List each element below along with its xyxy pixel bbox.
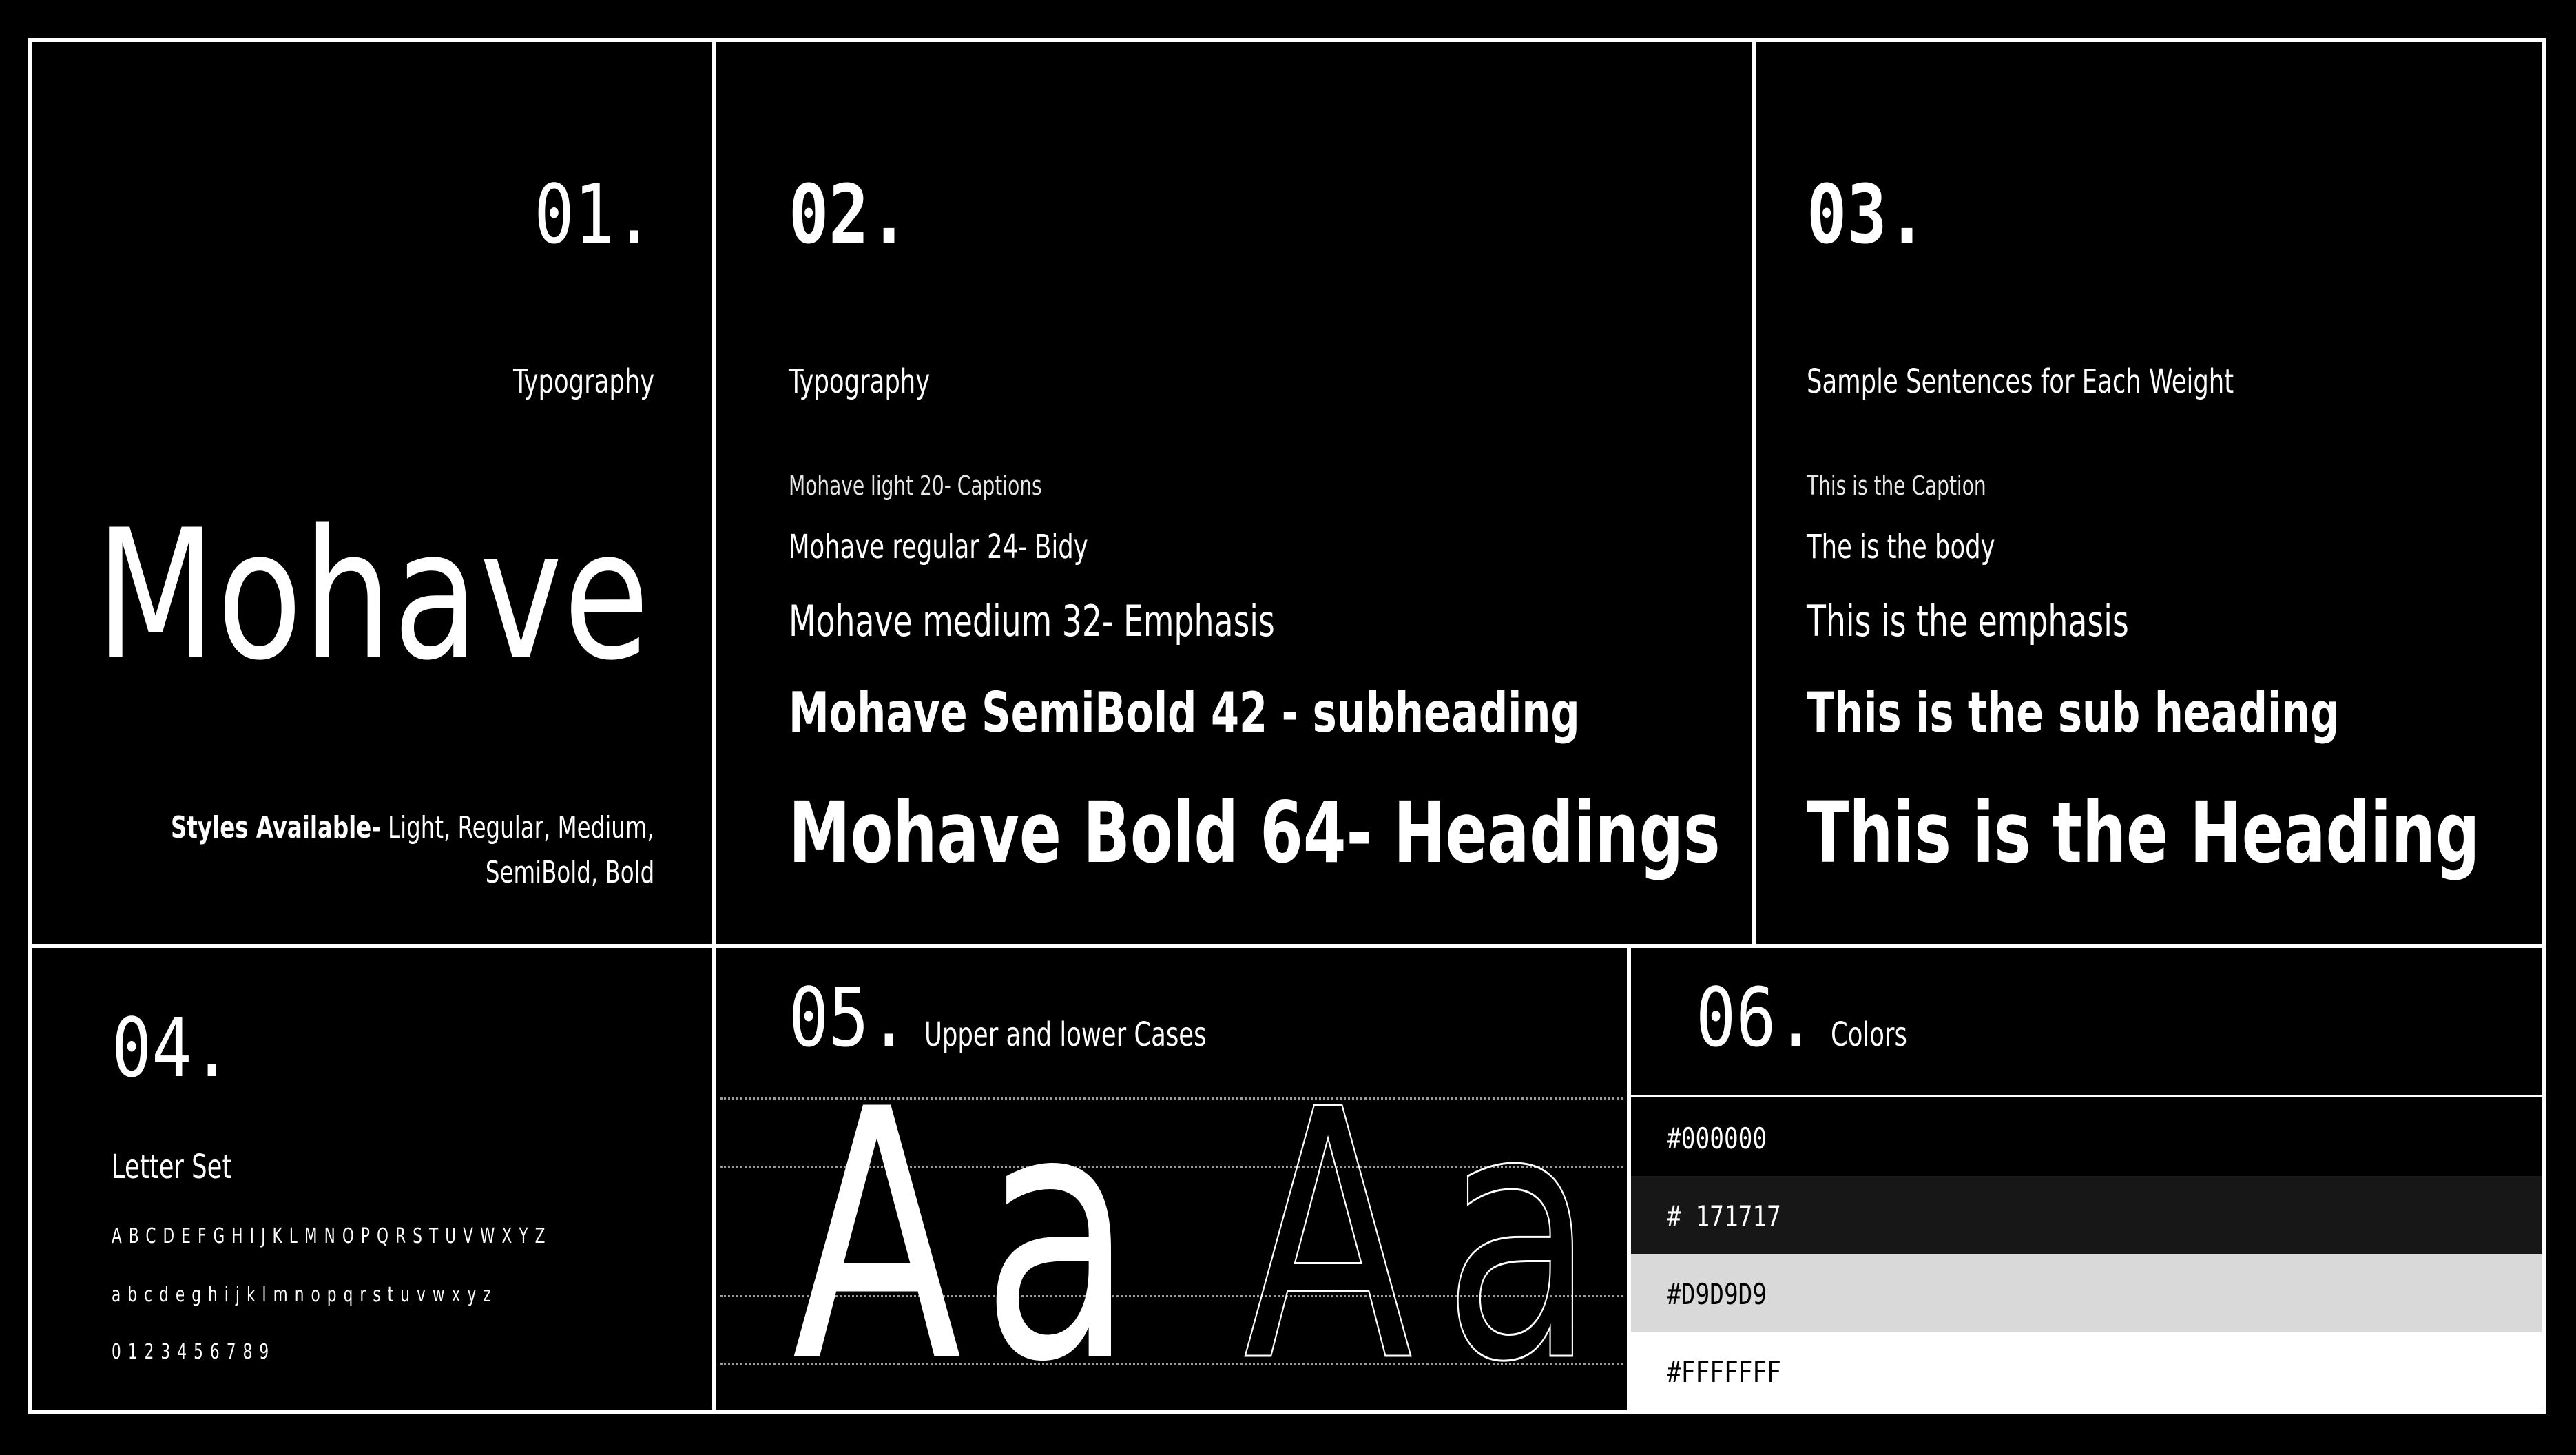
color-swatch-171717: # 171717 [1631, 1176, 2542, 1254]
color-swatch-ffffff: #FFFFFFF [1631, 1332, 2542, 1410]
sample-medium-emphasis: Mohave medium 32- Emphasis [789, 596, 1275, 646]
panel-02-number: 02. [789, 167, 909, 262]
styles-available-line-1: Styles Available- Light, Regular, Medium… [171, 813, 654, 843]
filled-case-sample: Aa [792, 1036, 1154, 1437]
sentence-emphasis: This is the emphasis [1807, 596, 2129, 646]
outline-lowercase-sample: a [1442, 1036, 1596, 1437]
panel-01-number: 01. [534, 167, 654, 262]
color-swatch-label: #FFFFFFF [1667, 1355, 1781, 1389]
column-divider-2 [1752, 38, 1756, 946]
panel-06-number: 06. [1696, 970, 1816, 1065]
color-swatch-label: #000000 [1667, 1122, 1767, 1155]
colors-header-divider [1627, 1095, 2546, 1097]
panel-04-number: 04. [112, 1000, 232, 1095]
sentence-subheading: This is the sub heading [1807, 681, 2340, 745]
sentence-body: The is the body [1807, 528, 1995, 566]
sample-semibold-subheading: Mohave SemiBold 42 - subheading [789, 681, 1580, 745]
styles-available-prefix: Styles Available- [171, 810, 381, 845]
digit-set: 0123456789 [112, 1340, 276, 1364]
row-divider [28, 944, 2546, 948]
panel-03-label: Sample Sentences for Each Weight [1807, 362, 2234, 401]
lowercase-letter-set: abcdeghijklmnopqrstuvwxyz [112, 1283, 498, 1307]
styles-available-line-2: SemiBold, Bold [485, 855, 654, 890]
panel-03-number: 03. [1807, 167, 1927, 262]
styles-available-list-1: Light, Regular, Medium, [380, 810, 654, 845]
font-name-display: Mohave [94, 492, 650, 700]
color-swatch-d9d9d9: #D9D9D9 [1631, 1254, 2542, 1332]
sample-regular-body: Mohave regular 24- Bidy [789, 528, 1088, 566]
color-swatch-label: #D9D9D9 [1667, 1277, 1767, 1311]
color-swatch-label: # 171717 [1667, 1199, 1781, 1233]
sample-light-caption: Mohave light 20- Captions [789, 471, 1042, 501]
uppercase-letter-set: ABCDEFGHIJKLMNOPQRSTUVWXYZ [112, 1224, 552, 1248]
panel-04-label: Letter Set [112, 1148, 232, 1186]
sentence-heading: This is the Heading [1807, 784, 2480, 882]
color-swatch-000000: #000000 [1631, 1098, 2542, 1176]
panel-06-label: Colors [1831, 1015, 1907, 1054]
sample-bold-heading: Mohave Bold 64- Headings [789, 784, 1721, 882]
panel-02-label: Typography [789, 362, 931, 401]
panel-01-label: Typography [512, 362, 654, 401]
outline-uppercase-sample: A [1243, 1036, 1413, 1437]
column-divider-1 [712, 38, 716, 1414]
sentence-caption: This is the Caption [1807, 471, 1986, 501]
